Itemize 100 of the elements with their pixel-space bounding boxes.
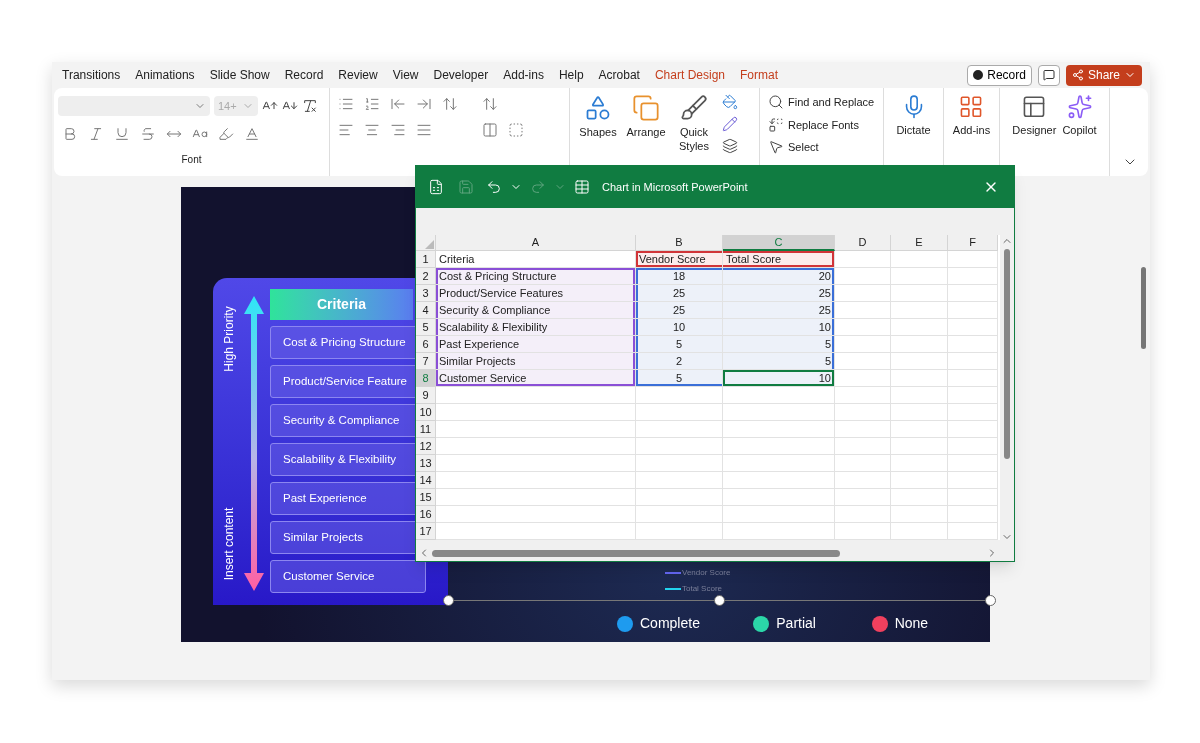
table-cell[interactable]: 25	[723, 285, 835, 302]
row-header[interactable]: 6	[416, 336, 436, 353]
table-cell[interactable]	[835, 489, 891, 506]
table-cell[interactable]	[723, 421, 835, 438]
align-center-icon[interactable]	[364, 122, 380, 138]
redo-icon[interactable]	[530, 179, 546, 195]
comments-button[interactable]	[1037, 64, 1060, 86]
table-cell[interactable]: Scalability & Flexibility	[436, 319, 636, 336]
table-cell[interactable]	[891, 506, 948, 523]
table-cell[interactable]	[835, 387, 891, 404]
ribbon-tab[interactable]: Transitions	[62, 66, 121, 84]
table-cell[interactable]	[891, 489, 948, 506]
clear-format-icon[interactable]	[302, 98, 318, 114]
table-cell[interactable]	[436, 506, 636, 523]
highlighter-icon[interactable]	[218, 126, 234, 142]
table-cell[interactable]	[948, 523, 998, 540]
table-cell[interactable]: 10	[636, 319, 723, 336]
ribbon-button[interactable]: Quick Styles	[672, 94, 716, 156]
table-cell[interactable]	[636, 489, 723, 506]
row-header[interactable]: 2	[416, 268, 436, 285]
decrease-indent-icon[interactable]	[390, 96, 406, 112]
ribbon-tab[interactable]: Slide Show	[209, 66, 270, 84]
row-header[interactable]: 3	[416, 285, 436, 302]
row-header[interactable]: 13	[416, 455, 436, 472]
table-cell[interactable]	[891, 438, 948, 455]
table-cell[interactable]	[948, 353, 998, 370]
table-cell[interactable]: 5	[636, 370, 723, 387]
table-cell[interactable]	[891, 472, 948, 489]
row-header[interactable]: 10	[416, 404, 436, 421]
table-cell[interactable]	[835, 404, 891, 421]
table-cell[interactable]	[891, 336, 948, 353]
table-cell[interactable]: Criteria	[436, 251, 636, 268]
ribbon-tab[interactable]: Record	[284, 66, 324, 84]
strikethrough-icon[interactable]	[140, 126, 156, 142]
table-cell[interactable]	[835, 251, 891, 268]
table-cell[interactable]: 5	[723, 336, 835, 353]
table-cell[interactable]	[436, 472, 636, 489]
table-cell[interactable]	[948, 251, 998, 268]
table-cell[interactable]	[723, 455, 835, 472]
resize-handle[interactable]	[985, 595, 996, 606]
ribbon-button[interactable]: Arrange	[624, 94, 668, 156]
table-cell[interactable]: Cost & Pricing Structure	[436, 268, 636, 285]
row-header[interactable]: 16	[416, 506, 436, 523]
column-header[interactable]: E	[891, 235, 948, 251]
table-cell[interactable]: 2	[636, 353, 723, 370]
table-cell[interactable]	[835, 421, 891, 438]
table-cell[interactable]	[723, 506, 835, 523]
font-name-field[interactable]	[58, 96, 210, 116]
table-cell[interactable]: Security & Compliance	[436, 302, 636, 319]
ribbon-tab[interactable]: Review	[338, 66, 378, 84]
table-cell[interactable]	[891, 455, 948, 472]
ribbon-button[interactable]: Shapes	[576, 94, 620, 156]
table-cell[interactable]	[835, 353, 891, 370]
ribbon-tab[interactable]: Format	[740, 66, 778, 84]
addins-button[interactable]: Add-ins	[952, 94, 991, 138]
table-cell[interactable]	[835, 438, 891, 455]
horizontal-scrollbar[interactable]	[416, 545, 1014, 561]
table-cell[interactable]	[636, 421, 723, 438]
bullets-icon[interactable]	[338, 96, 354, 112]
replace-icon[interactable]	[768, 116, 784, 133]
underline-icon[interactable]	[114, 126, 130, 142]
table-cell[interactable]	[636, 523, 723, 540]
table-cell[interactable]: Vendor Score	[636, 251, 723, 268]
table-cell[interactable]	[948, 285, 998, 302]
table-cell[interactable]	[891, 302, 948, 319]
row-header[interactable]: 9	[416, 387, 436, 404]
table-cell[interactable]	[436, 523, 636, 540]
table-cell[interactable]	[636, 387, 723, 404]
table-cell[interactable]: 25	[723, 302, 835, 319]
dictate-button[interactable]: Dictate	[896, 94, 931, 138]
table-cell[interactable]: 5	[723, 353, 835, 370]
table-cell[interactable]	[835, 506, 891, 523]
table-icon[interactable]	[574, 179, 590, 195]
table-cell[interactable]	[891, 387, 948, 404]
resize-handle[interactable]	[443, 595, 454, 606]
ribbon-tab[interactable]: Help	[558, 66, 584, 84]
row-header[interactable]: 5	[416, 319, 436, 336]
table-cell[interactable]	[948, 404, 998, 421]
table-cell[interactable]	[891, 353, 948, 370]
ribbon-button[interactable]: Replace Fonts	[768, 116, 875, 133]
table-cell[interactable]	[835, 472, 891, 489]
table-cell[interactable]: 25	[636, 302, 723, 319]
table-cell[interactable]	[891, 370, 948, 387]
resize-handle[interactable]	[714, 595, 725, 606]
align-text-icon[interactable]	[508, 122, 524, 138]
table-cell[interactable]: 20	[723, 268, 835, 285]
table-cell[interactable]	[436, 438, 636, 455]
table-cell[interactable]: 10	[723, 319, 835, 336]
table-cell[interactable]	[636, 438, 723, 455]
row-header[interactable]: 12	[416, 438, 436, 455]
table-cell[interactable]	[891, 268, 948, 285]
table-cell[interactable]: Similar Projects	[436, 353, 636, 370]
table-cell[interactable]	[636, 506, 723, 523]
table-cell[interactable]	[891, 319, 948, 336]
table-cell[interactable]	[723, 523, 835, 540]
italic-icon[interactable]	[88, 126, 104, 142]
outline-icon[interactable]	[722, 116, 738, 132]
table-cell[interactable]	[891, 404, 948, 421]
columns-icon[interactable]	[482, 122, 498, 138]
ribbon-tab[interactable]: Developer	[433, 66, 489, 84]
